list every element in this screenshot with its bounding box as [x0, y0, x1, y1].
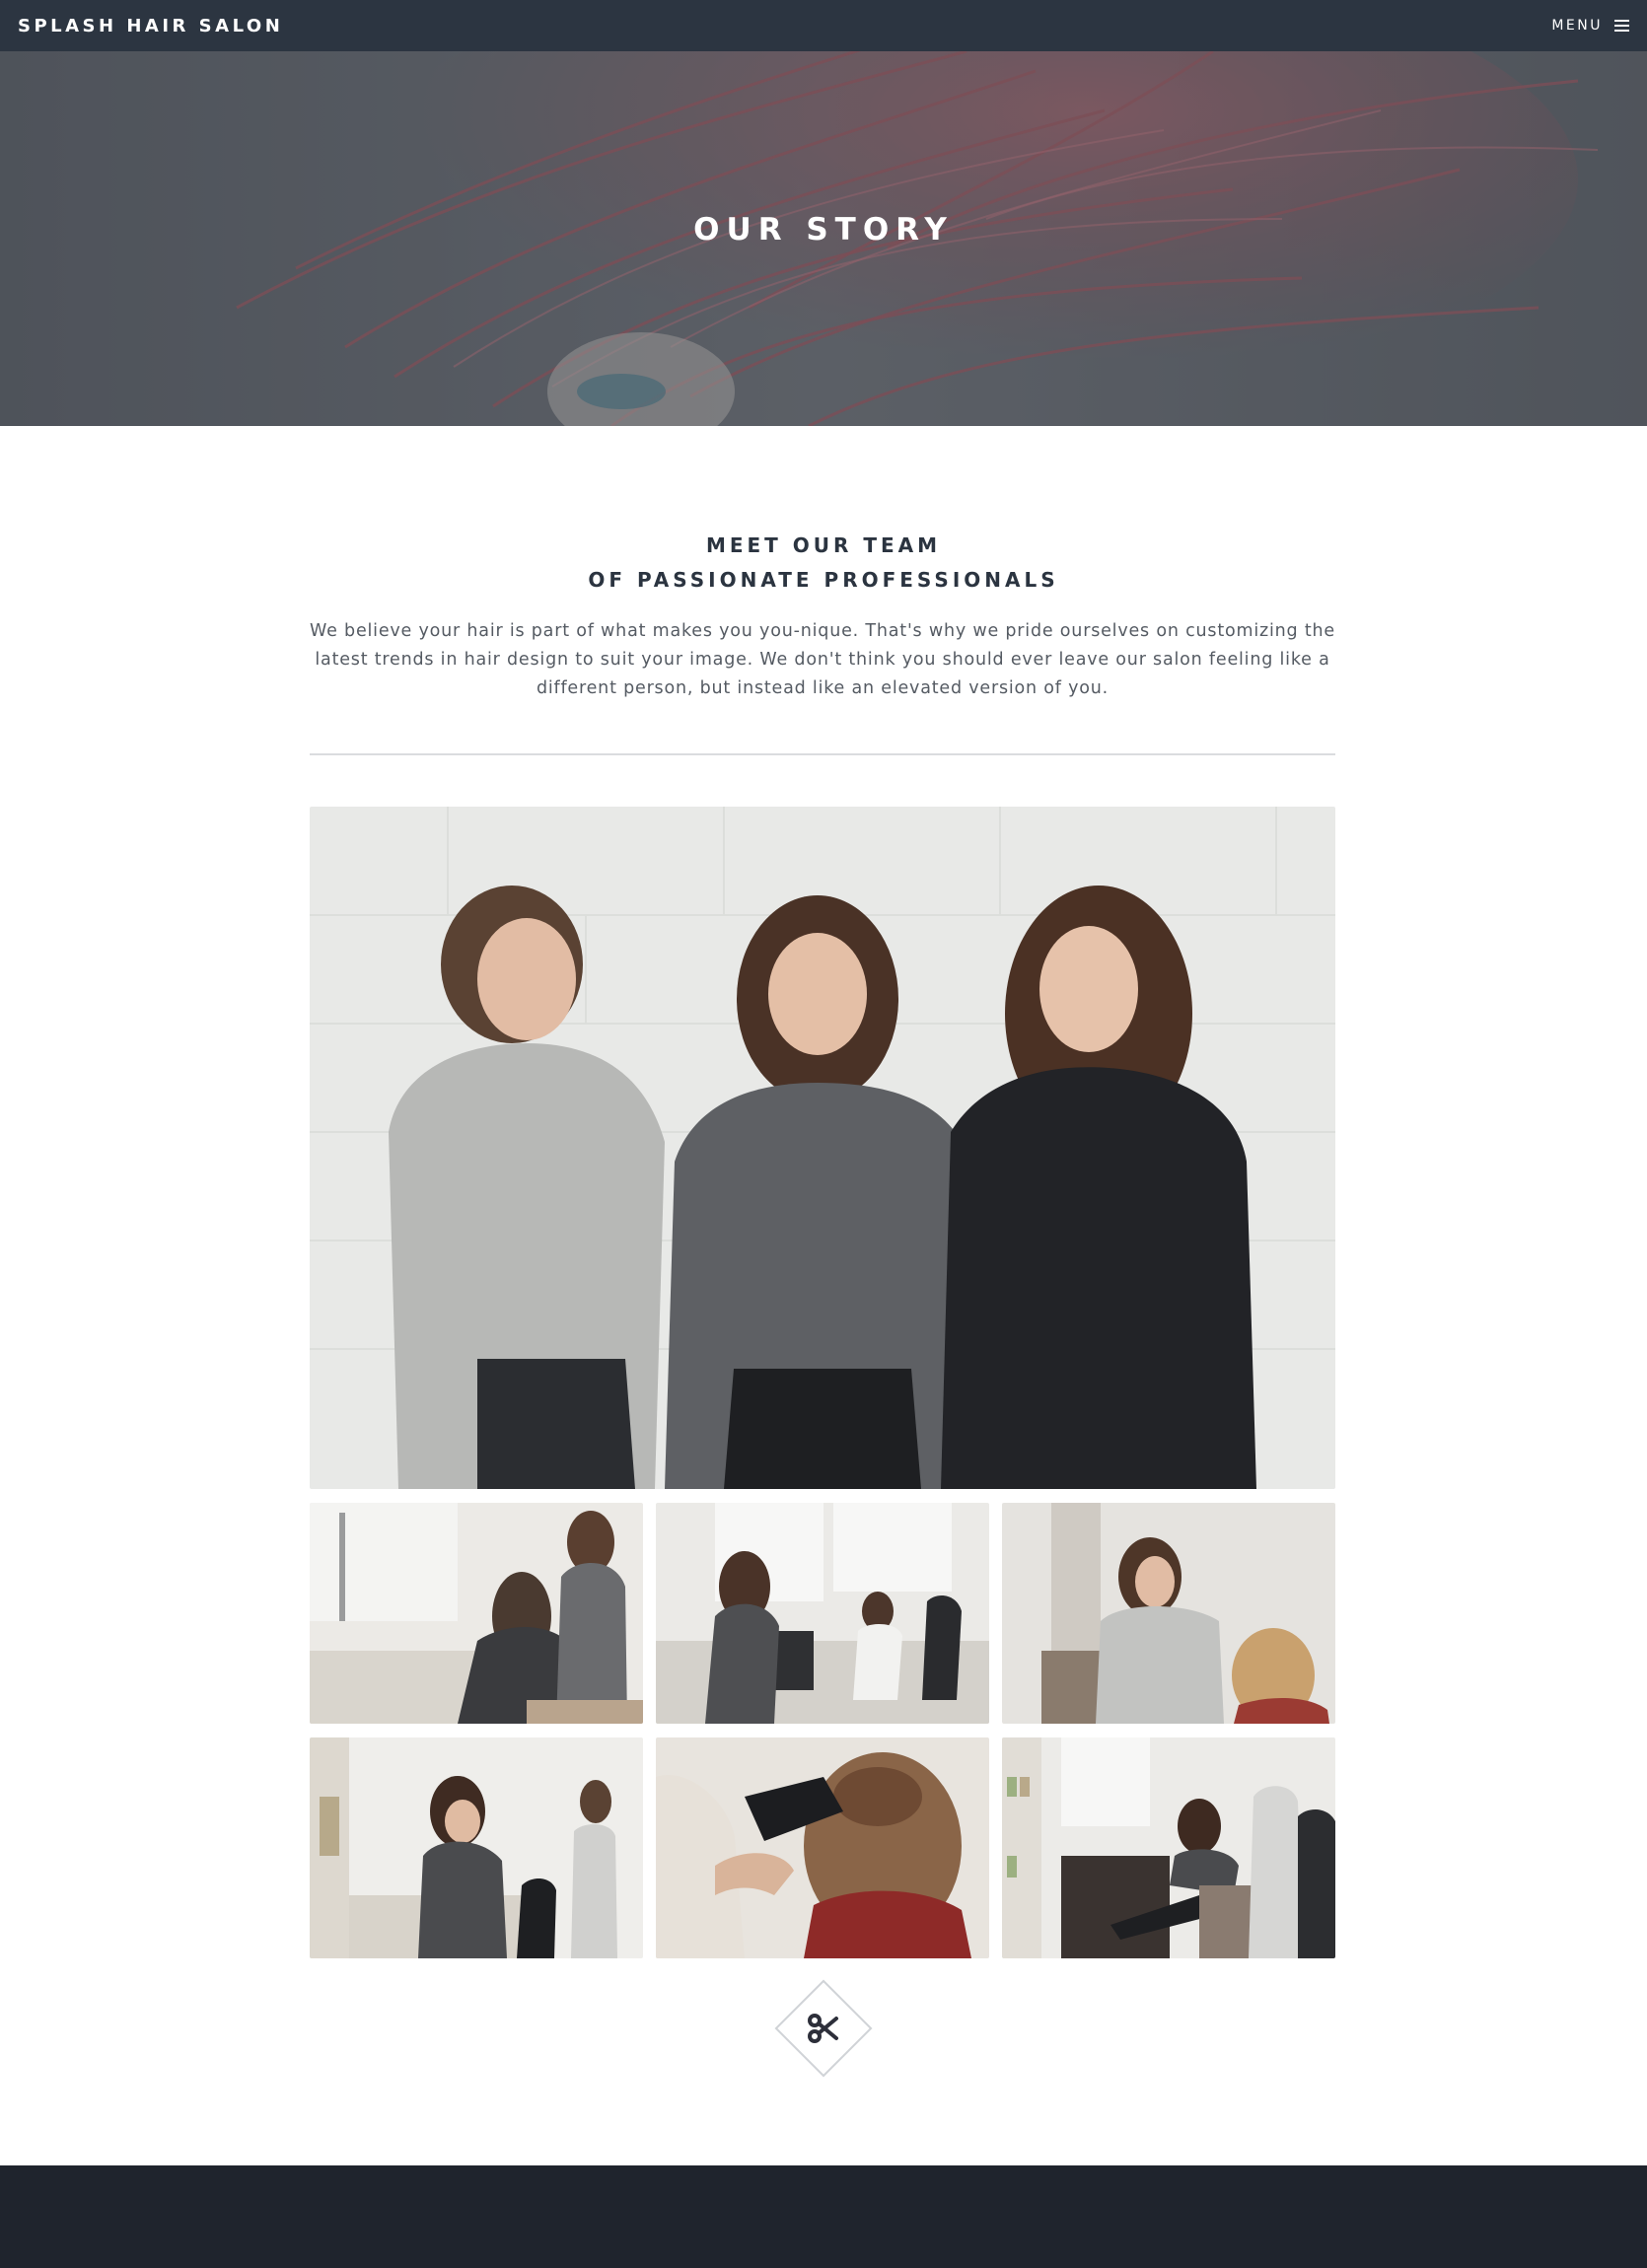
scissors-icon	[789, 1994, 858, 2063]
section-divider	[310, 753, 1335, 755]
intro-paragraph: We believe your hair is part of what mak…	[310, 621, 1335, 698]
top-navbar: SPLASH HAIR SALON MENU	[0, 0, 1647, 51]
gallery-thumbnail[interactable]	[310, 1737, 643, 1958]
team-photo	[310, 807, 1335, 1489]
brand-logo-text[interactable]: SPLASH HAIR SALON	[18, 16, 283, 36]
page-footer	[0, 2165, 1647, 2268]
section-heading-line1: MEET OUR TEAM	[705, 533, 942, 557]
gallery-thumbnail[interactable]	[1002, 1503, 1335, 1724]
gallery-thumbnail[interactable]	[656, 1503, 989, 1724]
section-heading-line2: OF PASSIONATE PROFESSIONALS	[588, 568, 1059, 592]
gallery-thumbnail[interactable]	[1002, 1737, 1335, 1958]
menu-label: MENU	[1551, 18, 1603, 34]
page-title: OUR STORY	[693, 212, 954, 248]
gallery-thumbnail[interactable]	[656, 1737, 989, 1958]
gallery-thumbnail[interactable]	[310, 1503, 643, 1724]
hero-banner: OUR STORY	[0, 51, 1647, 426]
hamburger-icon	[1614, 20, 1629, 32]
menu-button[interactable]: MENU	[1551, 18, 1629, 34]
